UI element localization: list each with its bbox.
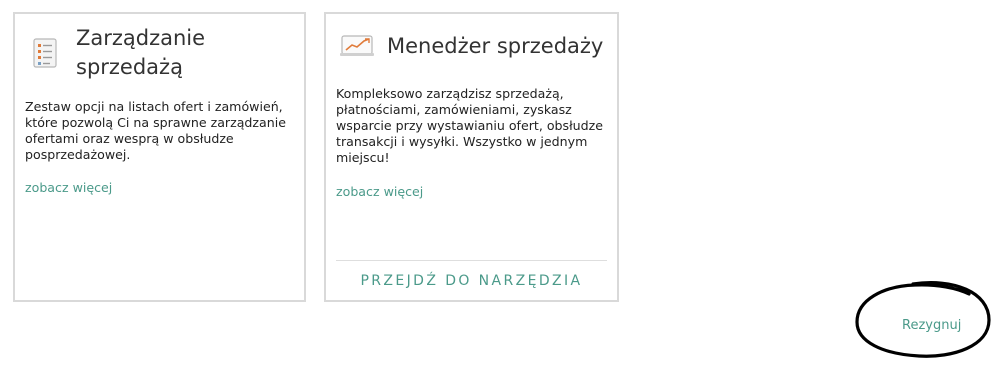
sales-chart-icon [340,35,374,56]
go-to-tool-button[interactable]: PRZEJDŹ DO NARZĘDZIA [326,273,617,289]
see-more-link[interactable]: zobacz więcej [25,180,112,195]
card-title: Menedżer sprzedaży [387,34,604,58]
checklist-icon [33,38,57,68]
card-description: Kompleksowo zarządzisz sprzedażą, płatno… [336,86,604,165]
card-divider [336,260,607,261]
tool-card-sales-manager: Menedżer sprzedaży Kompleksowo zarządzis… [324,12,619,302]
card-title: Zarządzanie sprzedażą [76,26,206,79]
cancel-link[interactable]: Rezygnuj [902,318,961,333]
card-description: Zestaw opcji na listach ofert i zamówień… [25,99,286,162]
see-more-link[interactable]: zobacz więcej [336,184,423,199]
tool-card-sales-management: Zarządzanie sprzedażą Zestaw opcji na li… [13,12,306,302]
